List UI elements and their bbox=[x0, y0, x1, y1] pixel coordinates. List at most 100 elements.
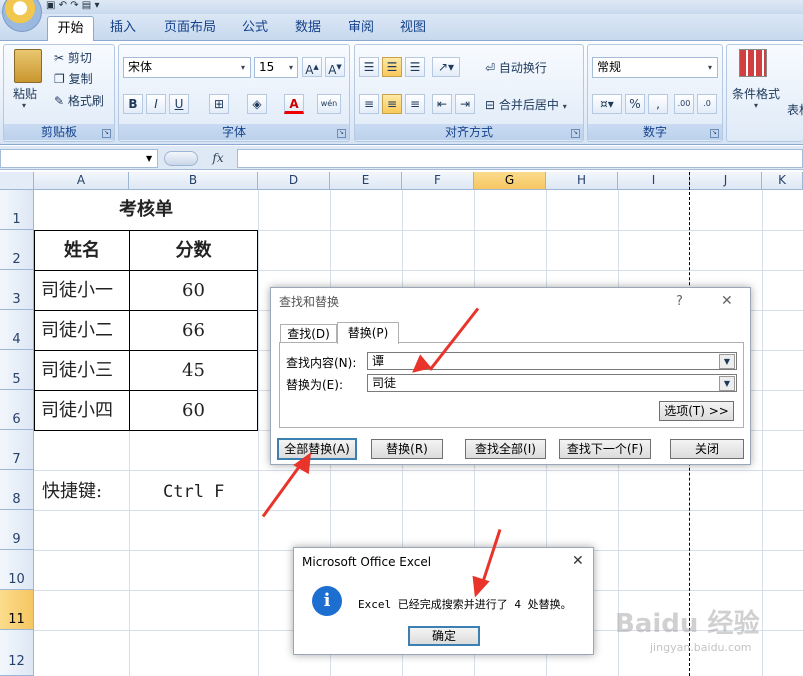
row-header[interactable]: 8 bbox=[0, 470, 34, 510]
conditional-format-dropdown-icon[interactable]: ▾ bbox=[754, 101, 758, 110]
italic-icon[interactable]: I bbox=[146, 94, 166, 114]
tab-insert[interactable]: 插入 bbox=[100, 16, 146, 41]
conditional-format-button[interactable]: 条件格式 bbox=[732, 85, 780, 102]
tab-find[interactable]: 查找(D) bbox=[280, 324, 337, 343]
name-box[interactable] bbox=[0, 149, 158, 168]
column-header[interactable]: A bbox=[34, 172, 129, 190]
shortcut-label-cell[interactable]: 快捷键: bbox=[42, 472, 102, 512]
wrap-text-button[interactable]: ⏎ 自动换行 bbox=[485, 59, 547, 76]
expand-formula-icon[interactable] bbox=[164, 151, 198, 166]
name-box-dropdown-icon[interactable]: ▼ bbox=[146, 154, 152, 163]
font-name-dropdown-icon[interactable]: ▾ bbox=[241, 63, 245, 72]
comma-icon[interactable]: , bbox=[648, 94, 668, 114]
shortcut-value-cell[interactable]: Ctrl F bbox=[163, 472, 224, 512]
tab-formulas[interactable]: 公式 bbox=[232, 16, 278, 41]
close-icon[interactable]: ✕ bbox=[721, 293, 733, 309]
format-painter-button[interactable]: ✎ 格式刷 bbox=[54, 92, 104, 109]
row-header[interactable]: 9 bbox=[0, 510, 34, 550]
score-cell[interactable]: 60 bbox=[130, 271, 257, 310]
header-score[interactable]: 分数 bbox=[130, 231, 257, 270]
row-header[interactable]: 3 bbox=[0, 270, 34, 310]
tab-home[interactable]: 开始 bbox=[47, 16, 94, 42]
phonetic-icon[interactable]: wén bbox=[317, 94, 341, 114]
alignment-launcher-icon[interactable]: ↘ bbox=[571, 129, 580, 138]
column-header[interactable]: H bbox=[546, 172, 618, 190]
score-cell[interactable]: 66 bbox=[130, 311, 257, 350]
name-cell[interactable]: 司徒小三 bbox=[41, 351, 129, 390]
row-header[interactable]: 7 bbox=[0, 430, 34, 470]
row-header[interactable]: 10 bbox=[0, 550, 34, 590]
help-icon[interactable]: ? bbox=[676, 294, 683, 309]
tab-review[interactable]: 审阅 bbox=[338, 16, 384, 41]
insert-function-icon[interactable]: fx bbox=[200, 148, 236, 168]
name-cell[interactable]: 司徒小四 bbox=[41, 391, 129, 430]
column-header[interactable]: K bbox=[762, 172, 803, 190]
copy-button[interactable]: ❐ 复制 bbox=[54, 70, 93, 87]
find-dropdown-icon[interactable]: ▼ bbox=[719, 354, 735, 369]
shrink-font-icon[interactable]: A▼ bbox=[325, 57, 345, 77]
align-middle-icon[interactable]: ☰ bbox=[382, 57, 402, 77]
row-header[interactable]: 1 bbox=[0, 190, 34, 230]
paste-button[interactable]: 粘贴 bbox=[13, 85, 37, 102]
borders-icon[interactable]: ⊞ bbox=[209, 94, 229, 114]
tab-data[interactable]: 数据 bbox=[285, 16, 331, 41]
font-color-icon[interactable]: A bbox=[284, 94, 304, 114]
score-cell[interactable]: 45 bbox=[130, 351, 257, 390]
bold-icon[interactable]: B bbox=[123, 94, 143, 114]
redo-icon[interactable]: ↷ bbox=[70, 0, 78, 11]
number-format-dropdown-icon[interactable]: ▾ bbox=[708, 63, 712, 72]
align-left-icon[interactable]: ≡ bbox=[359, 94, 379, 114]
print-preview-icon[interactable]: ▤ bbox=[82, 0, 91, 11]
row-header[interactable]: 12 bbox=[0, 630, 34, 676]
score-cell[interactable]: 60 bbox=[130, 391, 257, 430]
column-header[interactable]: B bbox=[129, 172, 258, 190]
font-name-input[interactable]: 宋体 bbox=[123, 57, 251, 78]
quick-access-toolbar[interactable]: ▣ ↶ ↷ ▤ ▾ bbox=[46, 0, 196, 12]
currency-icon[interactable]: ¤▾ bbox=[592, 94, 622, 114]
align-right-icon[interactable]: ≡ bbox=[405, 94, 425, 114]
row-header[interactable]: 5 bbox=[0, 350, 34, 390]
column-header[interactable]: J bbox=[690, 172, 762, 190]
grow-font-icon[interactable]: A▲ bbox=[302, 57, 322, 77]
increase-decimal-icon[interactable]: .00 bbox=[674, 94, 694, 114]
tab-view[interactable]: 视图 bbox=[390, 16, 436, 41]
column-header[interactable]: E bbox=[330, 172, 402, 190]
decrease-decimal-icon[interactable]: .0 bbox=[697, 94, 717, 114]
merge-dropdown-icon[interactable]: ▾ bbox=[563, 102, 567, 111]
cut-button[interactable]: ✂ 剪切 bbox=[54, 49, 92, 66]
clipboard-launcher-icon[interactable]: ↘ bbox=[102, 129, 111, 138]
formula-input[interactable] bbox=[237, 149, 803, 168]
find-all-button[interactable]: 查找全部(I) bbox=[465, 439, 546, 459]
decrease-indent-icon[interactable]: ⇤ bbox=[432, 94, 452, 114]
header-name[interactable]: 姓名 bbox=[35, 231, 129, 270]
tab-replace[interactable]: 替换(P) bbox=[337, 322, 399, 344]
align-bottom-icon[interactable]: ☰ bbox=[405, 57, 425, 77]
increase-indent-icon[interactable]: ⇥ bbox=[455, 94, 475, 114]
undo-icon[interactable]: ↶ bbox=[59, 0, 67, 11]
percent-icon[interactable]: % bbox=[625, 94, 645, 114]
row-header[interactable]: 4 bbox=[0, 310, 34, 350]
close-button[interactable]: 关闭 bbox=[670, 439, 744, 459]
merge-center-button[interactable]: ⊟ 合并后居中 ▾ bbox=[485, 96, 567, 113]
align-top-icon[interactable]: ☰ bbox=[359, 57, 379, 77]
ok-button[interactable]: 确定 bbox=[408, 626, 480, 646]
qat-dropdown-icon[interactable]: ▾ bbox=[94, 0, 99, 11]
find-next-button[interactable]: 查找下一个(F) bbox=[559, 439, 651, 459]
column-header-selected[interactable]: G bbox=[474, 172, 546, 190]
column-header[interactable]: F bbox=[402, 172, 474, 190]
number-format-input[interactable]: 常规 bbox=[592, 57, 718, 78]
conditional-format-icon[interactable] bbox=[739, 49, 767, 77]
paste-dropdown-icon[interactable]: ▾ bbox=[22, 101, 26, 110]
font-launcher-icon[interactable]: ↘ bbox=[337, 129, 346, 138]
number-launcher-icon[interactable]: ↘ bbox=[710, 129, 719, 138]
font-size-dropdown-icon[interactable]: ▾ bbox=[289, 63, 293, 72]
replace-button[interactable]: 替换(R) bbox=[371, 439, 443, 459]
orientation-icon[interactable]: ↗▾ bbox=[432, 57, 460, 77]
name-cell[interactable]: 司徒小一 bbox=[41, 271, 129, 310]
underline-icon[interactable]: U bbox=[169, 94, 189, 114]
replace-dropdown-icon[interactable]: ▼ bbox=[719, 376, 735, 391]
row-header[interactable]: 6 bbox=[0, 390, 34, 430]
column-header[interactable]: D bbox=[258, 172, 330, 190]
select-all-corner[interactable] bbox=[0, 172, 34, 190]
paste-icon[interactable] bbox=[14, 49, 42, 83]
